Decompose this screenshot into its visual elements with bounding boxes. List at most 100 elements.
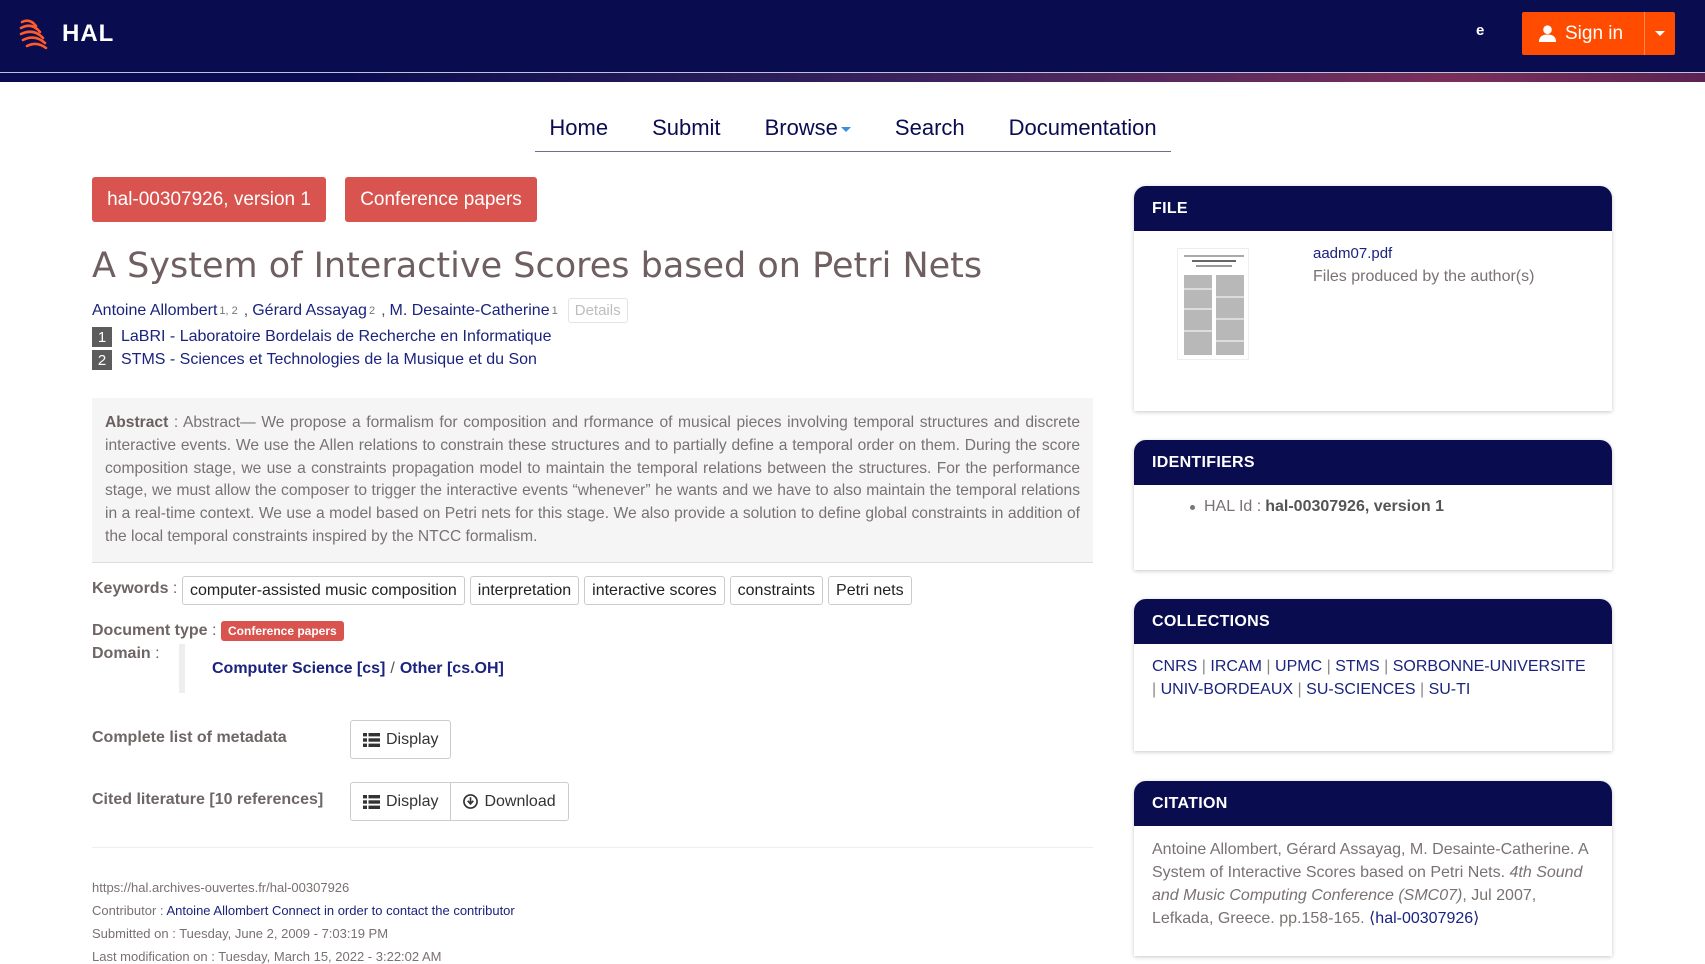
label-colon: : <box>207 622 217 639</box>
submitted-date: Submitted on : Tuesday, June 2, 2009 - 7… <box>92 926 389 941</box>
citation-text: Antoine Allombert, Gérard Assayag, M. De… <box>1152 838 1597 930</box>
affiliation-number: 1 <box>92 327 112 347</box>
domain-link-cs[interactable]: Computer Science [cs] <box>212 660 385 678</box>
citation-panel-title: CITATION <box>1134 781 1612 826</box>
domain-label: Domain <box>92 645 151 662</box>
keyword-tag[interactable]: constraints <box>729 576 824 605</box>
doctype-badge[interactable]: Conference papers <box>221 621 344 641</box>
keywords-list: computer-assisted music composition inte… <box>182 576 912 605</box>
language-toggle[interactable]: e <box>1476 22 1484 39</box>
collections-panel-title: COLLECTIONS <box>1134 599 1612 644</box>
metadata-display-segment[interactable]: Display <box>351 721 450 758</box>
nav-browse-label: Browse <box>764 114 838 140</box>
collection-link[interactable]: SORBONNE-UNIVERSITE <box>1393 658 1586 675</box>
affiliation-row: 2 STMS - Sciences et Technologies de la … <box>92 350 537 370</box>
hal-logo-icon <box>19 19 48 50</box>
collections-list: CNRS | IRCAM | UPMC | STMS | SORBONNE-UN… <box>1152 655 1592 701</box>
caret-down-icon <box>840 126 851 132</box>
contributor-link[interactable]: Antoine Allombert Connect in order to co… <box>166 903 514 918</box>
keywords-label: Keywords <box>92 580 169 597</box>
logo-text: HAL <box>62 20 115 47</box>
collection-link[interactable]: IRCAM <box>1210 658 1262 675</box>
affiliation-link[interactable]: STMS - Sciences et Technologies de la Mu… <box>121 351 537 369</box>
bullet-icon <box>1190 504 1195 510</box>
abstract-label: Abstract <box>105 414 169 431</box>
download-label: Download <box>484 792 556 810</box>
citation-hal-link[interactable]: ⟨hal-00307926⟩ <box>1369 910 1479 927</box>
author-link[interactable]: Gérard Assayag <box>252 302 367 320</box>
keywords-label-row: Keywords : <box>92 580 177 598</box>
page-title: A System of Interactive Scores based on … <box>92 246 983 286</box>
author-affiliation-sup: 1, 2 <box>219 304 238 317</box>
collection-link[interactable]: UPMC <box>1275 658 1322 675</box>
affiliation-row: 1 LaBRI - Laboratoire Bordelais de Reche… <box>92 327 551 347</box>
affiliation-number: 2 <box>92 350 112 370</box>
metadata-label: Complete list of metadata <box>92 729 287 746</box>
details-button[interactable]: Details <box>567 298 628 323</box>
nav-submit[interactable]: Submit <box>630 113 742 143</box>
cited-display-button[interactable]: Display <box>351 783 450 820</box>
document-id-badge[interactable]: hal-00307926, version 1 <box>92 177 326 222</box>
divider <box>92 847 1093 848</box>
last-modification-date: Last modification on : Tuesday, March 15… <box>92 949 442 964</box>
keyword-tag[interactable]: interactive scores <box>584 576 725 605</box>
domain-separator: / <box>390 659 395 677</box>
author-separator: , <box>381 301 386 319</box>
collection-link[interactable]: SU-TI <box>1429 681 1471 698</box>
hal-logo[interactable]: HAL <box>18 16 114 52</box>
pdf-thumbnail[interactable] <box>1177 248 1249 360</box>
author-affiliation-sup: 1 <box>551 304 558 317</box>
file-link[interactable]: aadm07.pdf <box>1313 245 1392 262</box>
user-icon <box>1538 25 1557 43</box>
collection-link[interactable]: CNRS <box>1152 658 1197 675</box>
contributor-label: Contributor : <box>92 903 167 918</box>
nav-search[interactable]: Search <box>873 113 987 143</box>
label-colon: : <box>150 645 160 662</box>
cited-literature-buttons: Display Download <box>350 782 569 821</box>
collection-separator: | <box>1326 658 1331 675</box>
pdf-preview-icon <box>1184 255 1244 355</box>
top-banner: HAL e Sign in <box>0 0 1705 72</box>
cited-download-button[interactable]: Download <box>450 783 567 820</box>
author-link[interactable]: M. Desainte-Catherine <box>390 302 550 320</box>
collection-separator: | <box>1201 658 1206 675</box>
affiliation-link[interactable]: LaBRI - Laboratoire Bordelais de Recherc… <box>121 328 551 346</box>
cited-display-label: Display <box>386 792 439 810</box>
sign-in-main[interactable]: Sign in <box>1522 12 1644 55</box>
file-description: Files produced by the author(s) <box>1313 268 1535 285</box>
collection-separator: | <box>1419 681 1425 698</box>
domain-link-other[interactable]: Other [cs.OH] <box>400 660 504 678</box>
metadata-display-button[interactable]: Display <box>350 720 452 759</box>
collection-separator: | <box>1297 681 1302 698</box>
permalink-url[interactable]: https://hal.archives-ouvertes.fr/hal-003… <box>92 880 349 895</box>
nav-home[interactable]: Home <box>527 113 630 143</box>
sign-in-dropdown[interactable] <box>1644 12 1675 55</box>
domain-value: Computer Science [cs] / Other [cs.OH] <box>179 644 504 693</box>
keyword-tag[interactable]: computer-assisted music composition <box>182 576 465 605</box>
abstract-text: Abstract— We propose a formalism for com… <box>105 414 1080 545</box>
author-list: Antoine Allombert 1, 2 , Gérard Assayag … <box>92 298 628 323</box>
hal-id-value: hal-00307926, version 1 <box>1265 498 1444 515</box>
author-link[interactable]: Antoine Allombert <box>92 302 217 320</box>
document-type-badge[interactable]: Conference papers <box>345 177 537 222</box>
label-colon: : <box>168 580 178 597</box>
sign-in-button[interactable]: Sign in <box>1522 12 1675 55</box>
keyword-tag[interactable]: Petri nets <box>828 576 912 605</box>
hal-id-line: HAL Id : hal-00307926, version 1 <box>1190 498 1444 516</box>
collection-link[interactable]: UNIV-BORDEAUX <box>1161 681 1293 698</box>
file-panel-title: FILE <box>1134 186 1612 231</box>
collection-link[interactable]: SU-SCIENCES <box>1306 681 1415 698</box>
hal-id-label: HAL Id : <box>1204 498 1262 515</box>
keyword-tag[interactable]: interpretation <box>469 576 580 605</box>
author-separator: , <box>243 301 249 319</box>
abstract-block: Abstract : Abstract— We propose a formal… <box>92 398 1093 563</box>
nav-browse[interactable]: Browse <box>743 113 873 143</box>
abstract-separator: : <box>168 414 183 431</box>
collection-link[interactable]: STMS <box>1335 658 1379 675</box>
collection-separator: | <box>1266 658 1271 675</box>
display-label: Display <box>386 730 439 748</box>
nav-documentation[interactable]: Documentation <box>987 113 1179 143</box>
header-stripe <box>0 72 1705 82</box>
main-nav: Home Submit Browse Search Documentation <box>535 104 1171 152</box>
list-icon <box>363 732 380 747</box>
